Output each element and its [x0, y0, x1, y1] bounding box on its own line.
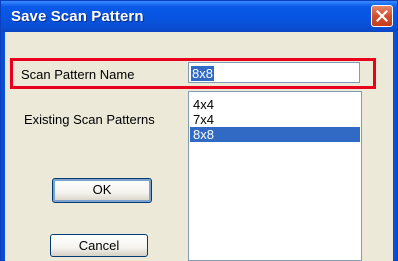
dialog-title: Save Scan Pattern	[11, 8, 144, 25]
dialog-body: Scan Pattern Name 8x8 Existing Scan Patt…	[5, 32, 393, 261]
close-button[interactable]	[371, 5, 393, 27]
ok-button[interactable]: OK	[52, 178, 152, 203]
title-bar[interactable]: Save Scan Pattern	[1, 1, 397, 32]
scan-pattern-name-label: Scan Pattern Name	[21, 67, 135, 82]
close-icon	[376, 10, 388, 22]
scan-pattern-name-input[interactable]: 8x8	[188, 62, 360, 83]
window-frame-right	[393, 32, 397, 260]
cancel-button[interactable]: Cancel	[50, 234, 148, 257]
save-scan-pattern-dialog: Save Scan Pattern Scan Pattern Name 8x8 …	[0, 0, 398, 261]
existing-scan-patterns-label: Existing Scan Patterns	[24, 112, 155, 127]
scan-pattern-name-value: 8x8	[191, 66, 214, 81]
list-item[interactable]: 7x4	[190, 112, 360, 127]
list-item-selected[interactable]: 8x8	[190, 127, 360, 142]
existing-scan-patterns-list[interactable]: 4x4 7x4 8x8	[188, 91, 362, 261]
list-item[interactable]: 4x4	[190, 97, 360, 112]
